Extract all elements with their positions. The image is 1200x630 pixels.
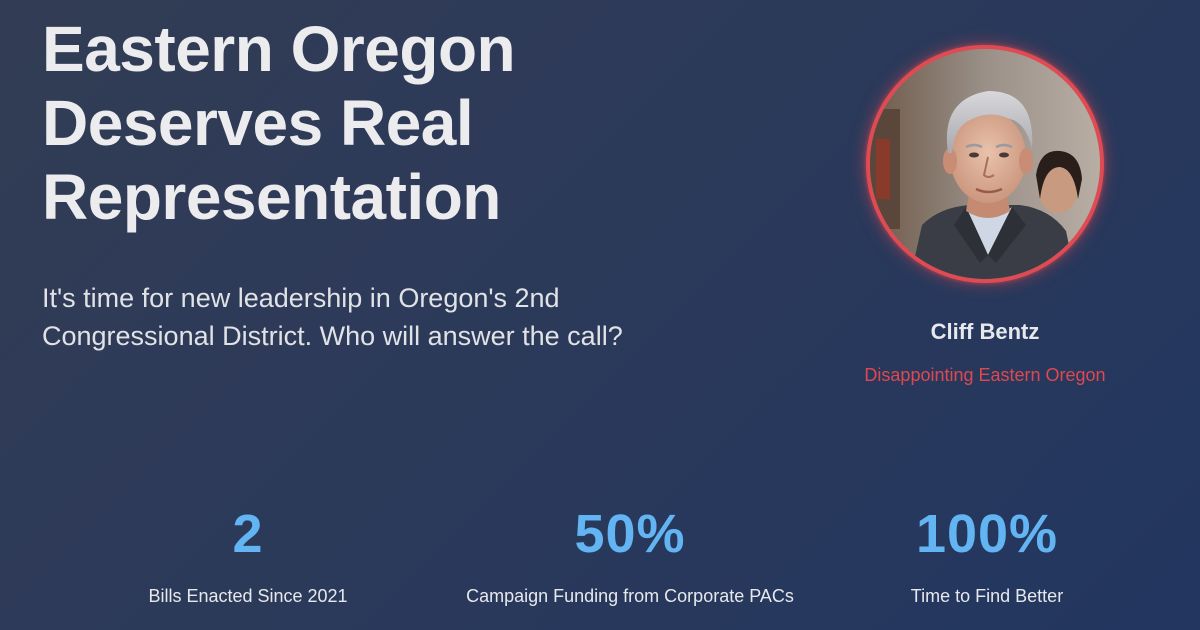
stat-label: Bills Enacted Since 2021 (148, 586, 348, 607)
stat-value: 2 (232, 504, 264, 564)
page-subheadline: It's time for new leadership in Oregon's… (42, 280, 762, 356)
subhead-line-1: It's time for new leadership in Oregon's… (42, 283, 560, 313)
avatar (866, 45, 1104, 283)
stat-label: Time to Find Better (910, 586, 1064, 607)
headline-line-1: Eastern Oregon (42, 13, 516, 85)
page-headline: Eastern Oregon Deserves Real Representat… (42, 12, 742, 235)
profile-card: Cliff Bentz Disappointing Eastern Oregon (820, 45, 1150, 386)
headline-line-2: Deserves Real (42, 87, 474, 160)
portrait-photo (870, 49, 1100, 279)
profile-name: Cliff Bentz (930, 319, 1040, 344)
stat-value: 100% (915, 504, 1059, 564)
stat-bills-enacted: 2 Bills Enacted Since 2021 (38, 504, 458, 607)
subhead-line-2: Congressional District. Who will answer … (42, 320, 623, 351)
stat-time-to-find-better: 100% Time to Find Better (777, 504, 1197, 607)
profile-tagline: Disappointing Eastern Oregon (864, 365, 1106, 385)
headline-line-3: Representation (42, 161, 501, 234)
